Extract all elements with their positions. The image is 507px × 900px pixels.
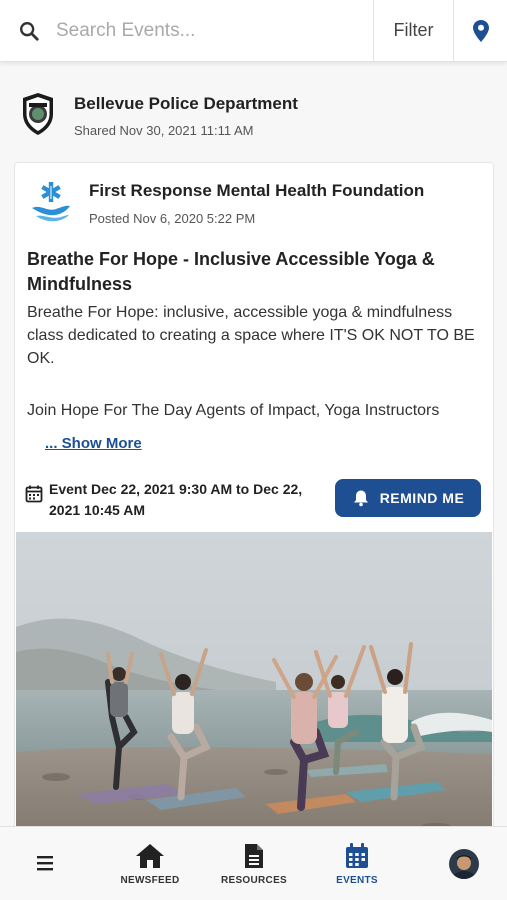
remind-me-label: REMIND ME — [379, 490, 465, 506]
share-org-name[interactable]: Bellevue Police Department — [74, 94, 298, 114]
police-badge-icon[interactable] — [20, 92, 56, 136]
calendar-icon — [25, 485, 43, 503]
star-of-life-icon[interactable] — [29, 179, 73, 223]
event-card: First Response Mental Health Foundation … — [14, 162, 494, 852]
post-header: First Response Mental Health Foundation … — [15, 163, 493, 237]
show-more-link[interactable]: ... Show More — [45, 435, 142, 452]
event-time-row: Event Dec 22, 2021 9:30 AM to Dec 22, 20… — [25, 477, 485, 523]
yoga-beach-image — [16, 532, 492, 851]
search-bar[interactable] — [0, 0, 373, 61]
share-header: Bellevue Police Department Shared Nov 30… — [0, 82, 507, 152]
menu-button[interactable] — [36, 855, 56, 876]
post-date: Posted Nov 6, 2020 5:22 PM — [89, 211, 256, 226]
event-title: Breathe For Hope - Inclusive Accessible … — [27, 249, 435, 294]
document-icon — [245, 844, 263, 868]
nav-events[interactable]: EVENTS — [333, 827, 381, 900]
remind-me-button[interactable]: REMIND ME — [335, 479, 481, 517]
nav-newsfeed[interactable]: NEWSFEED — [117, 827, 183, 900]
event-photo[interactable] — [16, 532, 492, 851]
post-org-name[interactable]: First Response Mental Health Foundation — [89, 181, 424, 201]
avatar-image — [449, 849, 479, 879]
share-date: Shared Nov 30, 2021 11:11 AM — [74, 123, 254, 138]
event-description: Breathe For Hope: inclusive, accessible … — [27, 304, 475, 367]
user-avatar[interactable] — [449, 849, 479, 879]
nav-label-newsfeed: NEWSFEED — [120, 875, 180, 886]
nav-resources[interactable]: RESOURCES — [220, 827, 288, 900]
nav-label-events: EVENTS — [336, 875, 378, 886]
filter-button[interactable]: Filter — [373, 0, 453, 61]
event-time: Event Dec 22, 2021 9:30 AM to Dec 22, 20… — [49, 481, 303, 518]
hamburger-menu-icon — [37, 856, 53, 871]
bell-icon — [353, 490, 368, 507]
location-button[interactable] — [453, 0, 507, 61]
search-icon — [20, 21, 39, 41]
filter-label: Filter — [393, 20, 434, 40]
post-meta: First Response Mental Health Foundation … — [89, 179, 424, 237]
top-bar: Filter — [0, 0, 507, 62]
calendar-icon — [346, 843, 368, 868]
search-input[interactable] — [56, 19, 356, 42]
home-icon — [136, 844, 164, 868]
bottom-nav: NEWSFEED RESOURCES EVENTS — [0, 826, 507, 900]
share-text: Bellevue Police Department Shared Nov 30… — [74, 94, 298, 138]
map-pin-icon — [472, 19, 489, 42]
nav-label-resources: RESOURCES — [220, 875, 288, 886]
event-description-continued: Join Hope For The Day Agents of Impact, … — [27, 402, 440, 419]
app: Filter Bellevue Police Department Shared… — [0, 0, 507, 900]
